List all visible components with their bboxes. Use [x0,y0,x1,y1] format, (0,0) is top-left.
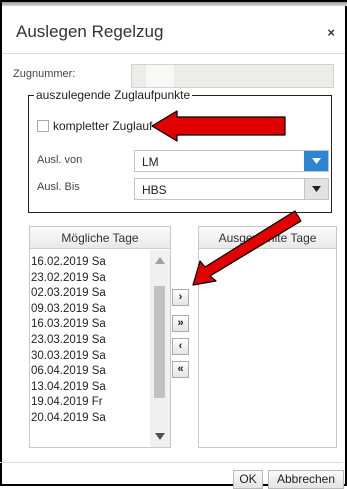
zugnummer-label: Zugnummer: [13,68,76,80]
ausl-bis-value: HBS [142,183,167,197]
dialog-title: Auslegen Regelzug [16,22,164,41]
list-item[interactable]: 06.04.2019 Sa [30,364,150,380]
list-item[interactable]: 02.03.2019 Sa [30,286,150,302]
ausl-von-label: Ausl. von [37,154,83,166]
title-bar: Auslegen Regelzug × [2,8,345,54]
list-item[interactable]: 16.03.2019 Sa [30,317,150,333]
remove-selected-button[interactable]: ‹ [172,338,189,355]
cancel-button[interactable]: Abbrechen [268,470,344,489]
scrollbar-thumb[interactable] [154,286,165,398]
fieldset-legend: auszulegende Zuglaufpunkte [34,88,193,102]
add-all-button[interactable]: » [172,315,189,332]
list-item[interactable]: 20.04.2019 Sa [30,411,150,427]
chevron-down-icon[interactable] [304,151,328,171]
ausl-von-value: LM [142,155,159,169]
list-item[interactable]: 16.02.2019 Sa [30,255,150,271]
ausl-bis-label: Ausl. Bis [37,181,80,193]
selected-days-header: Ausgewählte Tage [199,227,336,249]
ausl-von-select[interactable]: LM [134,150,329,172]
ok-button[interactable]: OK [233,470,263,489]
add-selected-button[interactable]: › [172,289,189,306]
list-item[interactable]: 09.03.2019 Sa [30,302,150,318]
possible-days-list[interactable]: Mögliche Tage 16.02.2019 Sa 23.02.2019 Sa… [29,226,171,448]
scroll-down-icon[interactable] [155,433,165,441]
list-item[interactable]: 23.03.2019 Sa [30,333,150,349]
close-icon[interactable]: × [327,25,335,40]
list-item[interactable]: 19.04.2019 Fr [30,395,150,411]
list-item[interactable]: 30.03.2019 Sa [30,349,150,365]
zugnummer-value [146,65,174,87]
possible-days-items: 16.02.2019 Sa 23.02.2019 Sa 02.03.2019 Sa 0… [30,255,150,427]
kompletter-zuglauf-label[interactable]: kompletter Zuglauf [53,119,152,133]
possible-days-header: Mögliche Tage [30,227,170,249]
scroll-up-icon[interactable] [155,256,165,264]
chevron-down-icon[interactable] [304,179,328,199]
remove-all-button[interactable]: « [172,361,189,378]
ausl-bis-select[interactable]: HBS [134,178,329,200]
list-item[interactable]: 13.04.2019 Sa [30,380,150,396]
zugnummer-field[interactable] [131,64,334,88]
vertical-scrollbar[interactable] [150,250,170,447]
list-item[interactable]: 23.02.2019 Sa [30,271,150,287]
top-edge [2,2,347,6]
kompletter-zuglauf-checkbox[interactable] [37,120,49,132]
selected-days-list[interactable]: Ausgewählte Tage [198,226,337,448]
